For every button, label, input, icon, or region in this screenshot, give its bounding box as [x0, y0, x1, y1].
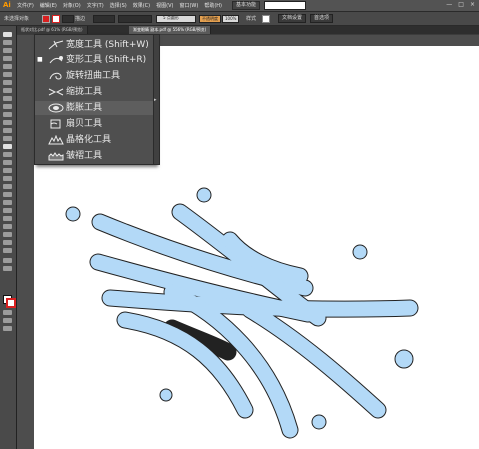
flyout-label-scallop: 扇贝工具 [66, 119, 103, 129]
current-tool-marker: ■ [37, 56, 43, 63]
pucker-tool-icon [48, 88, 64, 96]
flyout-label-warp: 变形工具 (Shift+R) [66, 55, 147, 65]
flyout-item-width[interactable]: 宽度工具 (Shift+W) [35, 38, 155, 52]
crystallize-tool-icon [48, 135, 64, 145]
flyout-label-twirl: 旋转扭曲工具 [66, 71, 121, 81]
warp-tool-icon [49, 56, 63, 64]
flyout-label-width: 宽度工具 (Shift+W) [66, 40, 149, 50]
flyout-item-crystallize[interactable]: 晶格化工具 [35, 133, 155, 147]
wrinkle-tool-icon [48, 152, 64, 161]
dot-2 [196, 187, 212, 203]
liquify-tools-flyout: 宽度工具 (Shift+W) ■ 变形工具 (Shift+R) 旋转扭曲工具 缩… [34, 34, 156, 165]
flyout-item-bloat[interactable]: 膨胀工具 [35, 101, 155, 115]
flyout-label-wrinkle: 皱褶工具 [66, 151, 103, 161]
flyout-item-wrinkle[interactable]: 皱褶工具 [35, 149, 155, 163]
flyout-label-pucker: 缩拢工具 [66, 87, 103, 97]
width-tool-icon [48, 40, 64, 50]
flyout-item-twirl[interactable]: 旋转扭曲工具 [35, 69, 155, 83]
dot-3 [352, 244, 368, 260]
flyout-label-crystallize: 晶格化工具 [66, 135, 112, 145]
flyout-label-bloat: 膨胀工具 [66, 103, 103, 113]
bloat-tool-icon [48, 103, 64, 113]
dot-4 [394, 349, 414, 369]
flyout-item-pucker[interactable]: 缩拢工具 [35, 85, 155, 99]
flyout-item-warp[interactable]: ■ 变形工具 (Shift+R) [35, 53, 155, 67]
flyout-item-scallop[interactable]: 扇贝工具 [35, 117, 155, 131]
dot-5 [159, 388, 173, 402]
flyout-tearoff-tab[interactable]: ▸ [153, 34, 160, 165]
twirl-tool-icon [49, 72, 62, 80]
dot-6 [311, 414, 327, 430]
tearoff-arrow-icon: ▸ [154, 97, 157, 103]
dot-1 [65, 206, 81, 222]
scallop-tool-icon [50, 119, 61, 129]
